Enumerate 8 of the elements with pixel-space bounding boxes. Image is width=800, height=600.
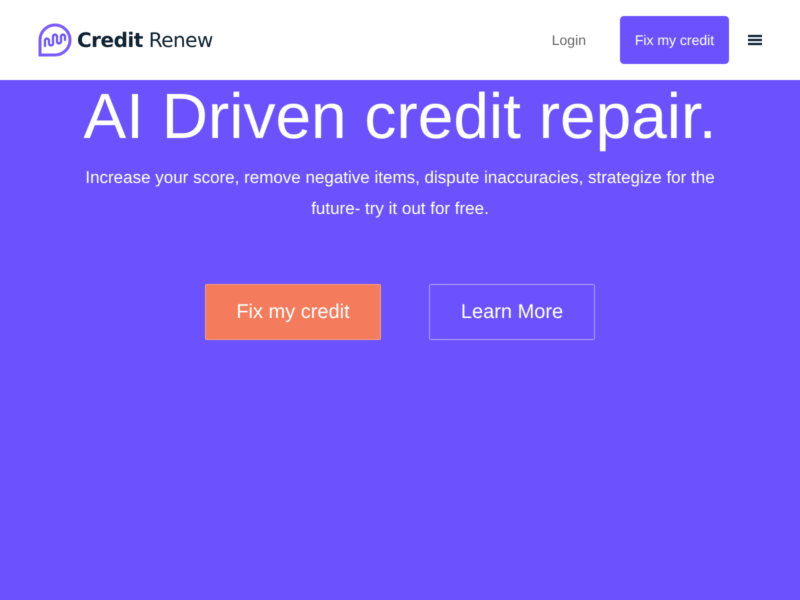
fix-credit-button[interactable]: Fix my credit bbox=[205, 284, 381, 340]
hero-subtitle: Increase your score, remove negative items, dispute inaccuracies, strategize for the future- try it out for free. bbox=[84, 167, 716, 220]
fix-credit-button[interactable]: Fix my credit bbox=[620, 16, 729, 64]
menu-icon[interactable] bbox=[747, 34, 763, 46]
learn-more-button[interactable]: Learn More bbox=[429, 284, 595, 340]
login-link[interactable]: Login bbox=[552, 30, 586, 50]
logo-icon bbox=[37, 22, 73, 58]
logo-text: Credit Renew bbox=[77, 27, 213, 54]
